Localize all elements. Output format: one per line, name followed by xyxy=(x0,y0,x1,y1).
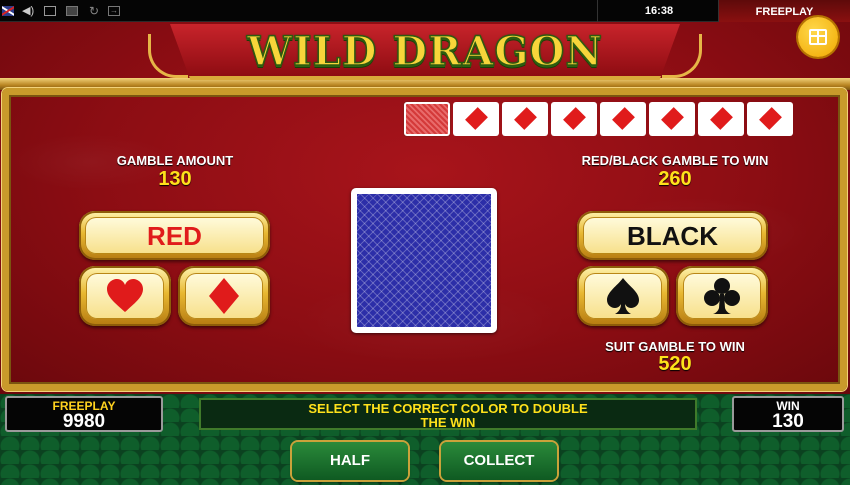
suit-gamble-win-value: 520 xyxy=(658,353,692,375)
suit-gamble-win-label: SUIT GAMBLE TO WIN xyxy=(605,339,745,354)
diamond-icon xyxy=(710,107,733,130)
credit-box: FREEPLAY 9980 xyxy=(5,396,163,432)
half-button[interactable]: HALF xyxy=(292,442,408,480)
collect-button-label: COLLECT xyxy=(463,452,535,469)
spade-button[interactable] xyxy=(577,266,669,326)
message-line-2: THE WIN xyxy=(420,415,476,430)
red-button[interactable]: RED xyxy=(79,211,270,260)
fullscreen-icon[interactable] xyxy=(66,6,78,16)
history-card-diamond xyxy=(698,102,744,136)
gamble-amount-value: 130 xyxy=(158,168,192,190)
black-button[interactable]: BLACK xyxy=(577,211,768,260)
title-roof: WILD DRAGON xyxy=(148,22,702,82)
window-icon[interactable] xyxy=(44,6,56,16)
diamond-icon xyxy=(465,107,488,130)
credit-value: 9980 xyxy=(62,411,106,432)
gamble-history xyxy=(404,102,793,136)
spade-icon xyxy=(577,266,669,326)
divider xyxy=(597,0,598,22)
message-line-1: SELECT THE CORRECT COLOR TO DOUBLE xyxy=(308,401,588,416)
refresh-icon[interactable]: ↻ xyxy=(89,5,101,17)
game-title: WILD DRAGON xyxy=(246,27,603,76)
black-button-label: BLACK xyxy=(627,221,718,251)
card-back-pattern xyxy=(357,194,491,327)
diamond-icon xyxy=(514,107,537,130)
history-card-diamond xyxy=(649,102,695,136)
gift-icon xyxy=(809,29,827,45)
win-value: 130 xyxy=(772,411,804,432)
diamond-button[interactable] xyxy=(178,266,270,326)
diamond-icon xyxy=(178,266,270,326)
history-card-diamond xyxy=(502,102,548,136)
gamble-amount-label: GAMBLE AMOUNT xyxy=(116,153,234,168)
heart-button[interactable] xyxy=(79,266,171,326)
heart-icon xyxy=(79,266,171,326)
flag-uk-icon[interactable] xyxy=(2,6,14,16)
diamond-icon xyxy=(759,107,782,130)
collect-button[interactable]: COLLECT xyxy=(441,442,557,480)
red-button-label: RED xyxy=(147,221,202,251)
mode-indicator: FREEPLAY xyxy=(718,0,850,22)
exit-icon[interactable]: → xyxy=(108,6,120,16)
win-box: WIN 130 xyxy=(732,396,844,432)
history-card-back xyxy=(404,102,450,136)
message-box: SELECT THE CORRECT COLOR TO DOUBLE THE W… xyxy=(199,398,697,430)
history-card-diamond xyxy=(551,102,597,136)
color-gamble-win-value: 260 xyxy=(658,168,692,190)
diamond-icon xyxy=(612,107,635,130)
club-button[interactable] xyxy=(676,266,768,326)
club-icon xyxy=(676,266,768,326)
clock: 16:38 xyxy=(644,5,674,17)
history-card-diamond xyxy=(453,102,499,136)
sound-icon[interactable]: ◀) xyxy=(22,6,34,17)
history-card-diamond xyxy=(747,102,793,136)
diamond-icon xyxy=(661,107,684,130)
diamond-icon xyxy=(563,107,586,130)
face-down-card xyxy=(351,188,497,333)
gift-button[interactable] xyxy=(798,17,838,57)
system-bar: ◀) ↻ → 16:38 FREEPLAY xyxy=(0,0,850,22)
color-gamble-win-label: RED/BLACK GAMBLE TO WIN xyxy=(581,153,769,168)
half-button-label: HALF xyxy=(330,452,370,469)
history-card-diamond xyxy=(600,102,646,136)
